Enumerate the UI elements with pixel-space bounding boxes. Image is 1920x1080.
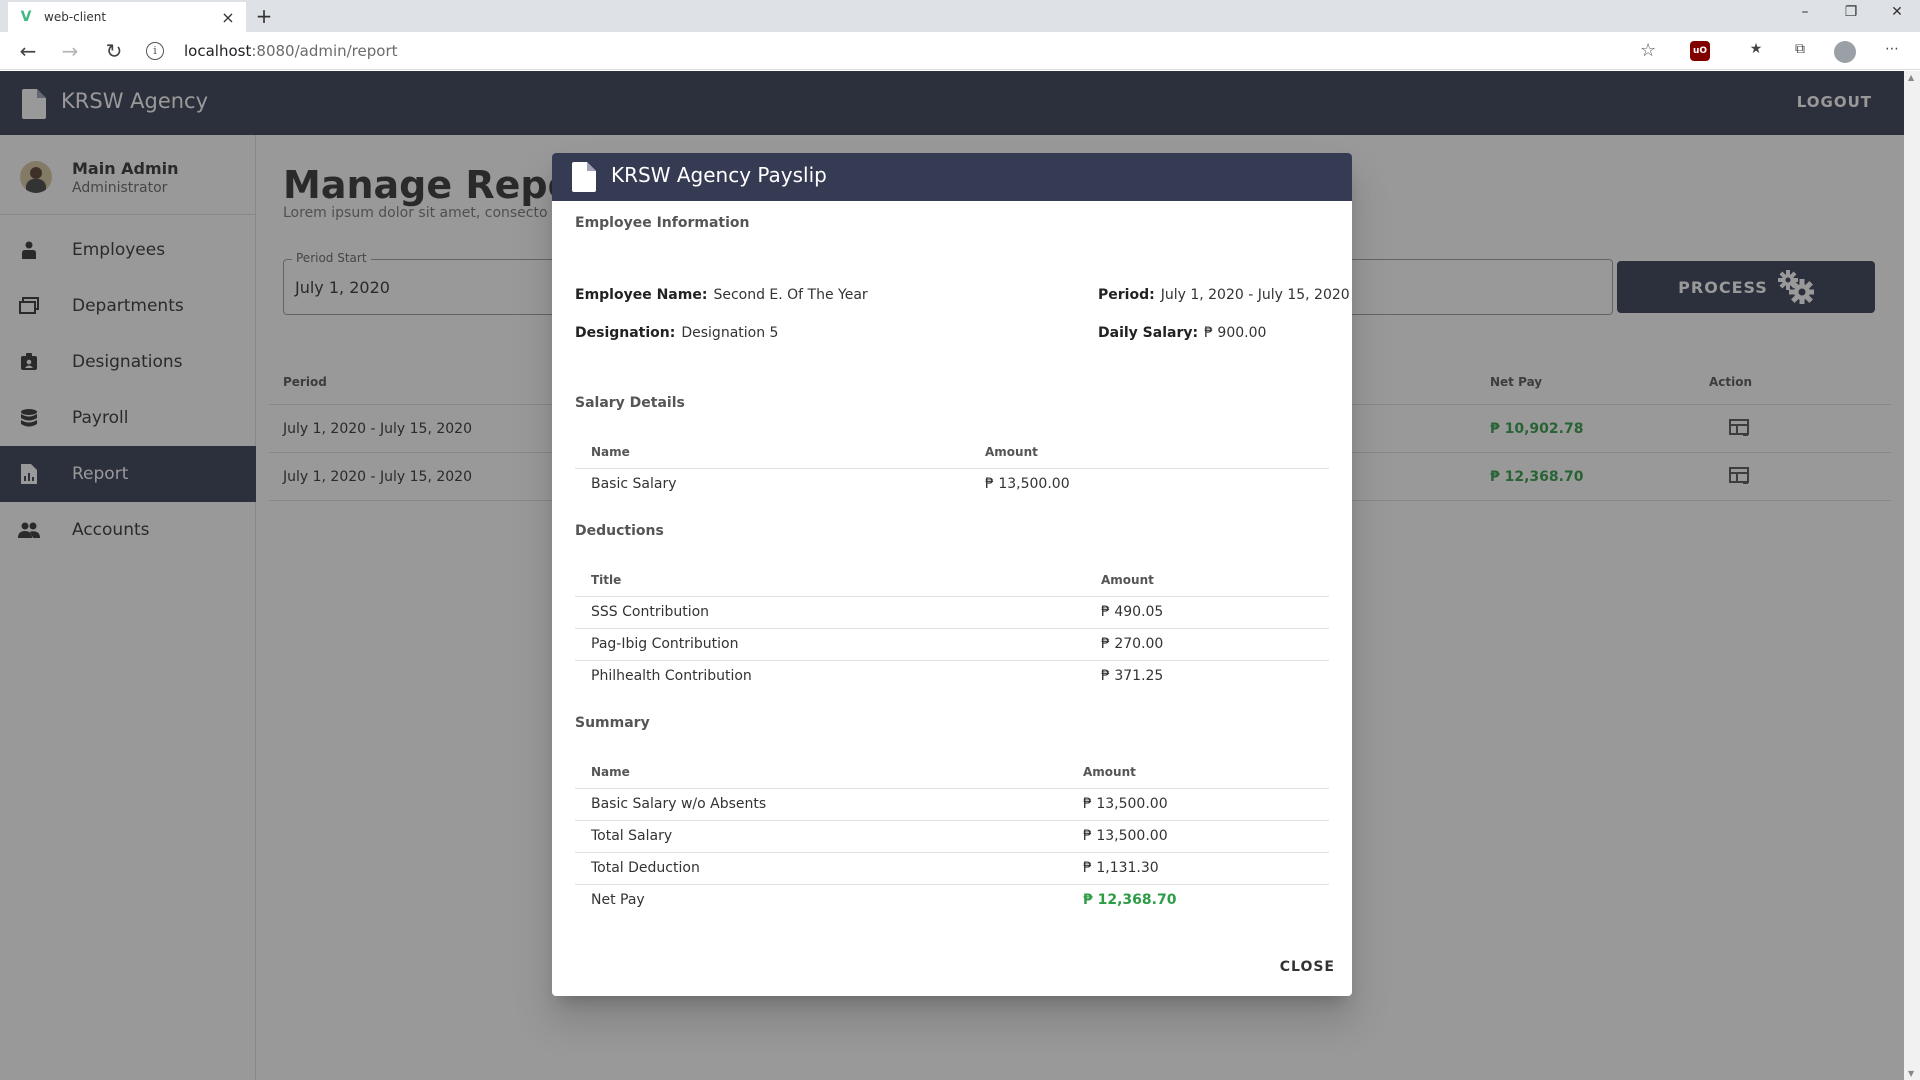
row-amount: ₱ 13,500.00 (1083, 828, 1168, 844)
deductions-table: Title Amount SSS Contribution ₱ 490.05 P… (575, 559, 1329, 693)
bookmark-star-icon[interactable]: ☆ (1640, 40, 1656, 61)
document-icon (572, 162, 596, 192)
net-pay-amount: ₱ 12,368.70 (1083, 892, 1177, 908)
scroll-down-icon[interactable]: ▼ (1908, 1069, 1914, 1078)
row-name: Basic Salary (591, 476, 677, 492)
daily-salary-value: ₱ 900.00 (1204, 325, 1267, 341)
employee-name-value: Second E. Of The Year (713, 287, 868, 303)
table-row: Net Pay ₱ 12,368.70 (575, 885, 1329, 917)
more-menu-icon[interactable]: ⋯ (1882, 41, 1902, 61)
salary-details-title: Salary Details (575, 395, 685, 411)
summary-title: Summary (575, 715, 650, 731)
period-line: Period: July 1, 2020 - July 15, 2020 (1098, 287, 1350, 303)
row-name: Total Deduction (591, 860, 700, 876)
row-name: Total Salary (591, 828, 673, 844)
row-amount: ₱ 371.25 (1101, 668, 1164, 684)
browser-toolbar: ← → ↻ i localhost:8080/admin/report ☆ uO… (0, 32, 1920, 70)
row-name: SSS Contribution (591, 604, 710, 620)
row-amount: ₱ 490.05 (1101, 604, 1164, 620)
vue-favicon-icon: V (20, 9, 32, 25)
daily-salary-line: Daily Salary: ₱ 900.00 (1098, 325, 1266, 341)
employee-name-line: Employee Name: Second E. Of The Year (575, 287, 868, 303)
restore-icon[interactable]: ❐ (1828, 0, 1874, 32)
profile-icon[interactable] (1834, 41, 1856, 63)
col-amount: Amount (1083, 765, 1136, 779)
close-button[interactable]: CLOSE (1280, 959, 1335, 975)
row-amount: ₱ 270.00 (1101, 636, 1164, 652)
favorites-icon[interactable]: ★ (1746, 41, 1766, 61)
summary-table: Name Amount Basic Salary w/o Absents ₱ 1… (575, 751, 1329, 917)
col-name: Name (591, 445, 630, 459)
back-icon[interactable]: ← (14, 38, 42, 66)
tab-close-icon[interactable]: × (220, 8, 236, 27)
col-amount: Amount (1101, 573, 1154, 587)
period-label: Period: (1098, 287, 1155, 303)
minimize-icon[interactable]: – (1782, 0, 1828, 32)
dialog-title: KRSW Agency Payslip (611, 163, 827, 187)
table-row: Pag-Ibig Contribution ₱ 270.00 (575, 629, 1329, 661)
deductions-title: Deductions (575, 523, 664, 539)
tab-title: web-client (44, 10, 107, 24)
table-header: Title Amount (575, 559, 1329, 597)
employee-name-label: Employee Name: (575, 287, 708, 303)
address-bar[interactable]: i localhost:8080/admin/report (146, 36, 1666, 66)
site-info-icon[interactable]: i (146, 42, 164, 60)
browser-tab-bar: V web-client × + – ❐ ✕ (0, 0, 1920, 32)
browser-tab[interactable]: V web-client × (8, 2, 246, 32)
url-host: localhost (184, 42, 252, 60)
row-name: Basic Salary w/o Absents (591, 796, 767, 812)
dialog-header: KRSW Agency Payslip (552, 153, 1352, 201)
designation-value: Designation 5 (681, 325, 779, 341)
row-name: Philhealth Contribution (591, 668, 752, 684)
window-close-icon[interactable]: ✕ (1874, 0, 1920, 32)
forward-icon[interactable]: → (56, 38, 84, 66)
url-path: :8080/admin/report (251, 42, 398, 60)
table-row: Basic Salary w/o Absents ₱ 13,500.00 (575, 789, 1329, 821)
designation-line: Designation: Designation 5 (575, 325, 778, 341)
table-row: Basic Salary ₱ 13,500.00 (575, 469, 1329, 501)
row-amount: ₱ 13,500.00 (985, 476, 1070, 492)
collections-icon[interactable]: ⧉ (1790, 41, 1810, 61)
table-row: Philhealth Contribution ₱ 371.25 (575, 661, 1329, 693)
page-scrollbar[interactable]: ▲ ▼ (1904, 71, 1920, 1080)
table-header: Name Amount (575, 751, 1329, 789)
designation-label: Designation: (575, 325, 676, 341)
table-header: Name Amount (575, 431, 1329, 469)
period-value: July 1, 2020 - July 15, 2020 (1160, 287, 1350, 303)
salary-details-table: Name Amount Basic Salary ₱ 13,500.00 (575, 431, 1329, 501)
row-amount: ₱ 13,500.00 (1083, 796, 1168, 812)
new-tab-button[interactable]: + (252, 4, 276, 28)
col-name: Name (591, 765, 630, 779)
col-amount: Amount (985, 445, 1038, 459)
reload-icon[interactable]: ↻ (100, 38, 128, 66)
payslip-dialog: KRSW Agency Payslip Employee Information… (552, 153, 1352, 996)
daily-salary-label: Daily Salary: (1098, 325, 1199, 341)
row-name: Net Pay (591, 892, 645, 908)
col-title: Title (591, 573, 622, 587)
row-amount: ₱ 1,131.30 (1083, 860, 1159, 876)
scroll-up-icon[interactable]: ▲ (1908, 73, 1914, 82)
table-row: Total Deduction ₱ 1,131.30 (575, 853, 1329, 885)
row-name: Pag-Ibig Contribution (591, 636, 739, 652)
ublock-icon[interactable]: uO (1690, 41, 1710, 61)
table-row: Total Salary ₱ 13,500.00 (575, 821, 1329, 853)
employee-info-title: Employee Information (575, 215, 750, 231)
table-row: SSS Contribution ₱ 490.05 (575, 597, 1329, 629)
